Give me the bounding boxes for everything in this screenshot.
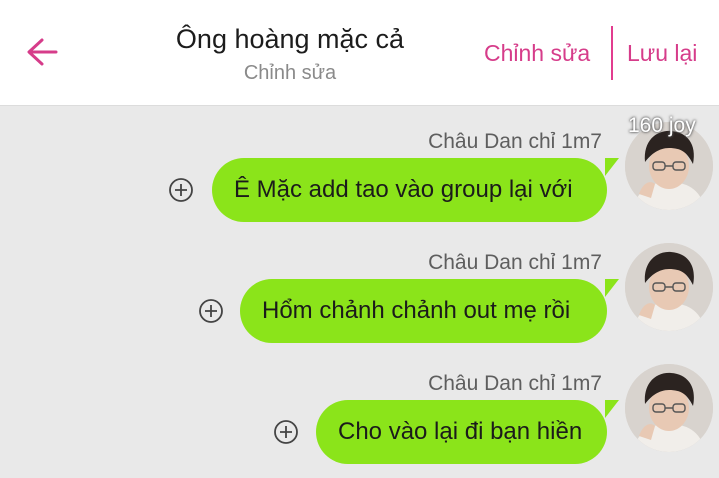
message-bubble[interactable]: Cho vào lại đi bạn hiền [316,400,619,464]
app-header: Ông hoàng mặc cả Chỉnh sửa Chỉnh sửa Lưu… [0,0,719,106]
chat-area[interactable]: Châu Dan chỉ 1m7 Ê Mặc add tao vào group… [0,106,719,478]
joy-badge: 160 joy [628,114,696,137]
page-title: Ông hoàng mặc cả [175,24,405,54]
avatar[interactable] [625,364,713,452]
message-row: Châu Dan chỉ 1m7 Cho vào lại đi bạn hiền [0,348,719,468]
plus-circle-icon [169,178,193,202]
avatar-photo [625,243,713,331]
back-arrow-icon [27,38,58,66]
edit-button[interactable]: Chỉnh sửa [484,40,590,67]
message-text: Cho vào lại đi bạn hiền [338,418,583,445]
header-divider [611,26,613,80]
add-reaction-button[interactable] [273,419,299,445]
add-reaction-button[interactable] [168,177,194,203]
bubble-tail [605,279,619,297]
plus-circle-icon [274,420,298,444]
message-text: Hổm chảnh chảnh out mẹ rồi [262,297,571,324]
sender-name: Châu Dan chỉ 1m7 [428,251,602,274]
message-row: Châu Dan chỉ 1m7 Ê Mặc add tao vào group… [0,106,719,226]
message-bubble[interactable]: Ê Mặc add tao vào group lại với [212,158,619,222]
back-button[interactable] [18,28,66,76]
bubble-tail [605,400,619,418]
bubble-tail [605,158,619,176]
plus-circle-icon [199,299,223,323]
avatar-photo [625,364,713,452]
page-subtitle: Chỉnh sửa [243,62,337,84]
message-row: Châu Dan chỉ 1m7 Hổm chảnh chảnh out mẹ … [0,227,719,347]
avatar[interactable] [625,243,713,331]
sender-name: Châu Dan chỉ 1m7 [428,372,602,395]
sender-name: Châu Dan chỉ 1m7 [428,130,602,153]
save-button[interactable]: Lưu lại [627,40,697,67]
add-reaction-button[interactable] [198,298,224,324]
message-text: Ê Mặc add tao vào group lại với [234,176,573,203]
message-bubble[interactable]: Hổm chảnh chảnh out mẹ rồi [240,279,619,343]
